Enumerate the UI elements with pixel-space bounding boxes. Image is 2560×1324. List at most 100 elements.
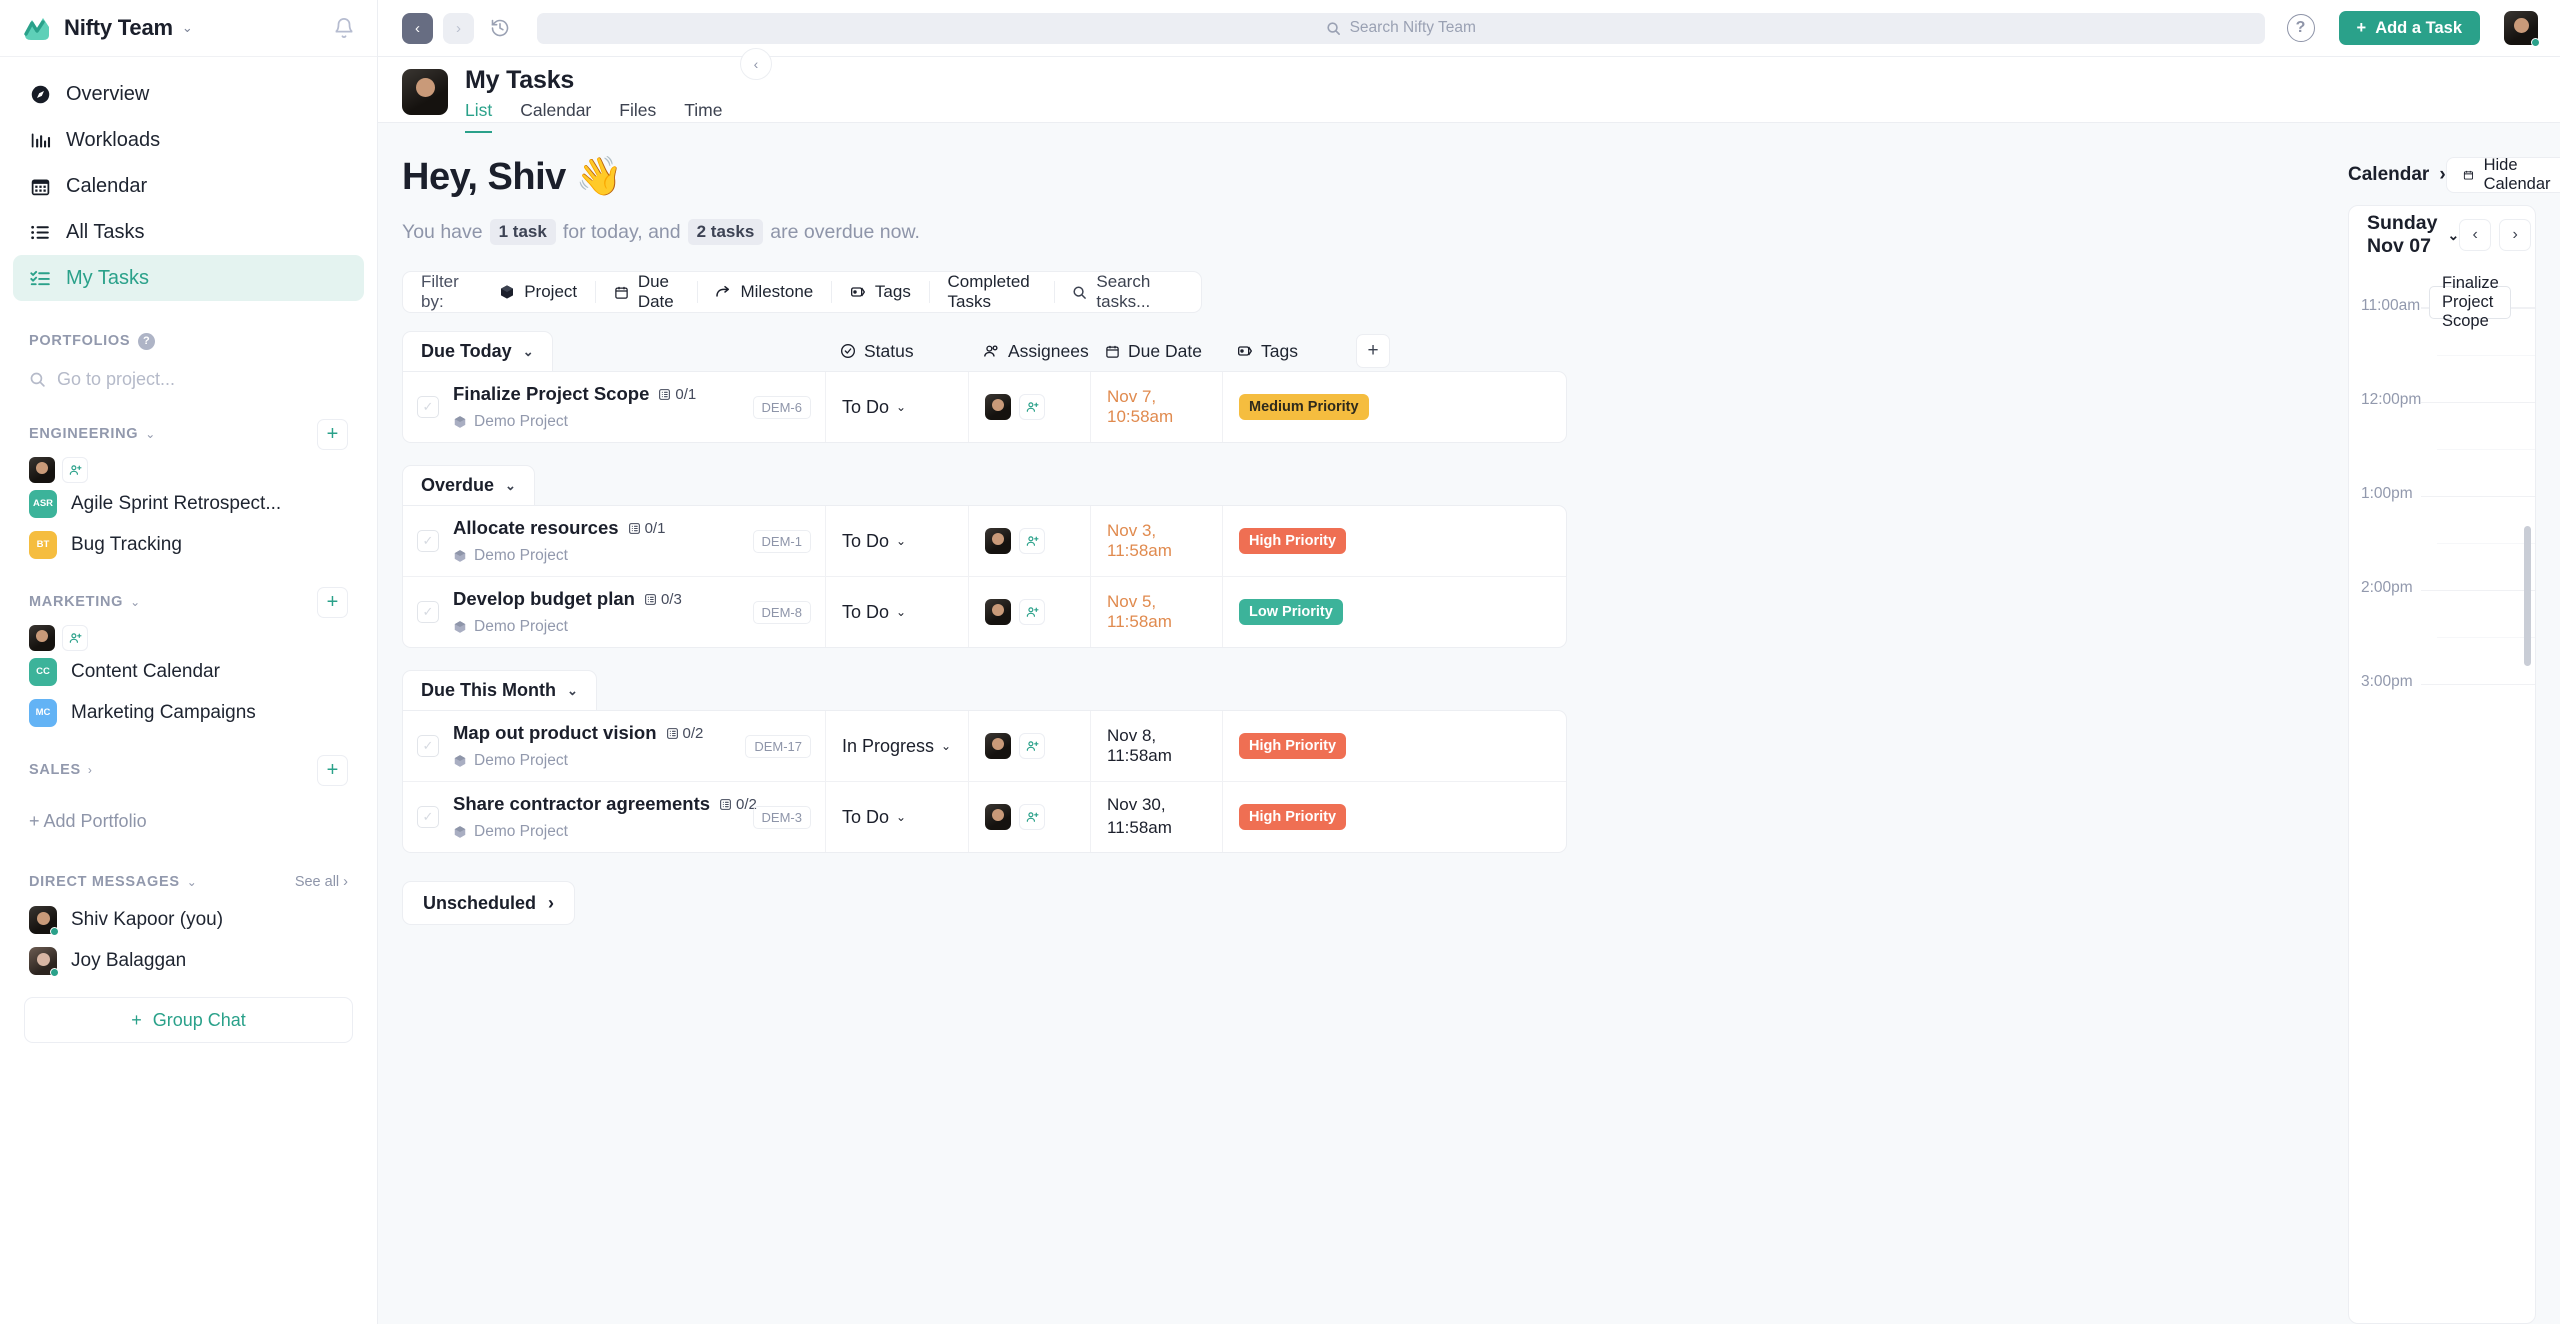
add-project-button[interactable]: + (317, 754, 348, 786)
nav-forward-button[interactable]: › (443, 12, 474, 44)
add-assignee-icon[interactable] (1019, 733, 1045, 759)
avatar[interactable] (985, 394, 1011, 420)
task-checkbox[interactable]: ✓ (417, 601, 439, 623)
task-name[interactable]: Develop budget plan (453, 588, 635, 610)
calendar-hour-row[interactable]: 1:00pm (2349, 485, 2535, 590)
table-row[interactable]: ✓ Finalize Project Scope 0/1 Demo Projec… (403, 372, 1566, 442)
task-due-date[interactable]: Nov 5, 11:58am (1090, 577, 1222, 647)
go-to-project-search[interactable]: Go to project... (0, 361, 377, 397)
table-row[interactable]: ✓ Allocate resources 0/1 Demo Project DE… (403, 506, 1566, 577)
task-checkbox[interactable]: ✓ (417, 735, 439, 757)
project-item-agile-sprint-retrospective[interactable]: ASR Agile Sprint Retrospect... (0, 483, 377, 524)
task-due-date[interactable]: Nov 3, 11:58am (1090, 506, 1222, 576)
sidebar-item-calendar[interactable]: Calendar (13, 163, 364, 209)
group-tab[interactable]: Due This Month ⌄ (402, 670, 597, 710)
filter-due-date[interactable]: Due Date (596, 272, 697, 311)
add-assignee-icon[interactable] (1019, 599, 1045, 625)
user-avatar[interactable] (2504, 11, 2540, 47)
table-row[interactable]: ✓ Share contractor agreements 0/2 Demo P… (403, 782, 1566, 852)
filter-completed-tasks[interactable]: Completed Tasks (930, 272, 1054, 311)
see-all-link[interactable]: See all › (295, 874, 348, 890)
portfolio-group-marketing[interactable]: MARKETING ⌄ + (0, 585, 377, 619)
collapse-sidebar-button[interactable]: ‹ (740, 48, 772, 80)
task-tags[interactable]: Medium Priority (1222, 372, 1566, 442)
sidebar-item-my-tasks[interactable]: My Tasks (13, 255, 364, 301)
calendar-prev-button[interactable]: ‹ (2459, 219, 2492, 251)
tab-calendar[interactable]: Calendar (520, 100, 591, 133)
project-item-content-calendar[interactable]: CC Content Calendar (0, 651, 377, 692)
task-status[interactable]: To Do ⌄ (825, 506, 968, 576)
calendar-scrollbar[interactable] (2524, 526, 2531, 666)
calendar-day-selector[interactable]: Sunday Nov 07 ⌄ (2367, 212, 2459, 258)
dm-item-shiv-kapoor[interactable]: Shiv Kapoor (you) (0, 899, 377, 940)
task-checkbox[interactable]: ✓ (417, 806, 439, 828)
portfolio-group-sales[interactable]: SALES › + (0, 753, 377, 787)
filter-tags[interactable]: Tags (832, 280, 929, 304)
task-status[interactable]: To Do ⌄ (825, 782, 968, 852)
tab-files[interactable]: Files (619, 100, 656, 133)
add-column-button[interactable]: + (1356, 334, 1390, 368)
add-assignee-icon[interactable] (1019, 394, 1045, 420)
task-name[interactable]: Finalize Project Scope (453, 383, 649, 405)
add-assignee-icon[interactable] (1019, 804, 1045, 830)
tab-time[interactable]: Time (684, 100, 722, 133)
sidebar-item-overview[interactable]: Overview (13, 71, 364, 117)
task-due-date[interactable]: Nov 7, 10:58am (1090, 372, 1222, 442)
unscheduled-group-button[interactable]: Unscheduled › (402, 881, 576, 925)
add-task-button[interactable]: + Add a Task (2338, 11, 2480, 45)
calendar-hour-row[interactable]: 3:00pm (2349, 673, 2535, 778)
task-due-date[interactable]: Nov 30, 11:58am (1090, 782, 1222, 852)
filter-search-tasks[interactable]: Search tasks... (1054, 272, 1183, 311)
add-assignee-icon[interactable] (1019, 528, 1045, 554)
sidebar-item-all-tasks[interactable]: All Tasks (13, 209, 364, 255)
project-item-bug-tracking[interactable]: BT Bug Tracking (0, 524, 377, 565)
task-status[interactable]: In Progress ⌄ (825, 711, 968, 781)
add-portfolio-button[interactable]: + Add Portfolio (0, 799, 377, 843)
project-item-marketing-campaigns[interactable]: MC Marketing Campaigns (0, 692, 377, 733)
calendar-event[interactable]: Finalize Project Scope (2429, 274, 2511, 330)
task-status[interactable]: To Do ⌄ (825, 577, 968, 647)
dm-item-joy-balaggan[interactable]: Joy Balaggan (0, 940, 377, 981)
task-tags[interactable]: High Priority (1222, 711, 1566, 781)
avatar[interactable] (985, 528, 1011, 554)
calendar-hour-row[interactable]: 12:00pm (2349, 391, 2535, 496)
add-member-icon[interactable] (62, 625, 88, 651)
add-project-button[interactable]: + (317, 586, 348, 618)
group-tab[interactable]: Overdue ⌄ (402, 465, 535, 505)
task-tags[interactable]: High Priority (1222, 782, 1566, 852)
table-row[interactable]: ✓ Develop budget plan 0/3 Demo Project D… (403, 577, 1566, 647)
avatar[interactable] (985, 599, 1011, 625)
task-name[interactable]: Share contractor agreements (453, 793, 710, 815)
calendar-hour-row[interactable]: 2:00pm (2349, 579, 2535, 684)
hide-calendar-button[interactable]: Hide Calendar (2445, 156, 2560, 193)
add-project-button[interactable]: + (317, 418, 348, 450)
history-icon[interactable] (484, 13, 515, 44)
help-icon[interactable]: ? (2286, 14, 2315, 42)
group-tab[interactable]: Due Today ⌄ (402, 331, 553, 371)
filter-project[interactable]: Project (481, 280, 595, 304)
task-tags[interactable]: High Priority (1222, 506, 1566, 576)
task-name[interactable]: Map out product vision (453, 722, 657, 744)
nav-back-button[interactable]: ‹ (402, 12, 433, 44)
global-search-input[interactable]: Search Nifty Team (537, 12, 2265, 44)
group-chat-button[interactable]: + Group Chat (24, 997, 353, 1043)
calendar-next-button[interactable]: › (2499, 219, 2532, 251)
sidebar-item-workloads[interactable]: Workloads (13, 117, 364, 163)
task-tags[interactable]: Low Priority (1222, 577, 1566, 647)
workspace-switcher[interactable]: Nifty Team ⌄ (0, 0, 377, 57)
task-status[interactable]: To Do ⌄ (825, 372, 968, 442)
task-name[interactable]: Allocate resources (453, 517, 619, 539)
help-circle-icon[interactable]: ? (138, 332, 156, 350)
portfolio-group-engineering[interactable]: ENGINEERING ⌄ + (0, 417, 377, 451)
task-checkbox[interactable]: ✓ (417, 396, 439, 418)
task-due-date[interactable]: Nov 8, 11:58am (1090, 711, 1222, 781)
chevron-down-icon[interactable]: ⌄ (187, 875, 197, 889)
calendar-hour-row[interactable]: 11:00am Finalize Project Scope (2349, 274, 2535, 402)
avatar[interactable] (985, 733, 1011, 759)
calendar-title[interactable]: Calendar › (2348, 164, 2446, 186)
filter-milestone[interactable]: Milestone (697, 280, 831, 304)
add-member-icon[interactable] (62, 457, 88, 483)
notifications-bell-icon[interactable] (333, 17, 355, 39)
avatar[interactable] (985, 804, 1011, 830)
task-checkbox[interactable]: ✓ (417, 530, 439, 552)
